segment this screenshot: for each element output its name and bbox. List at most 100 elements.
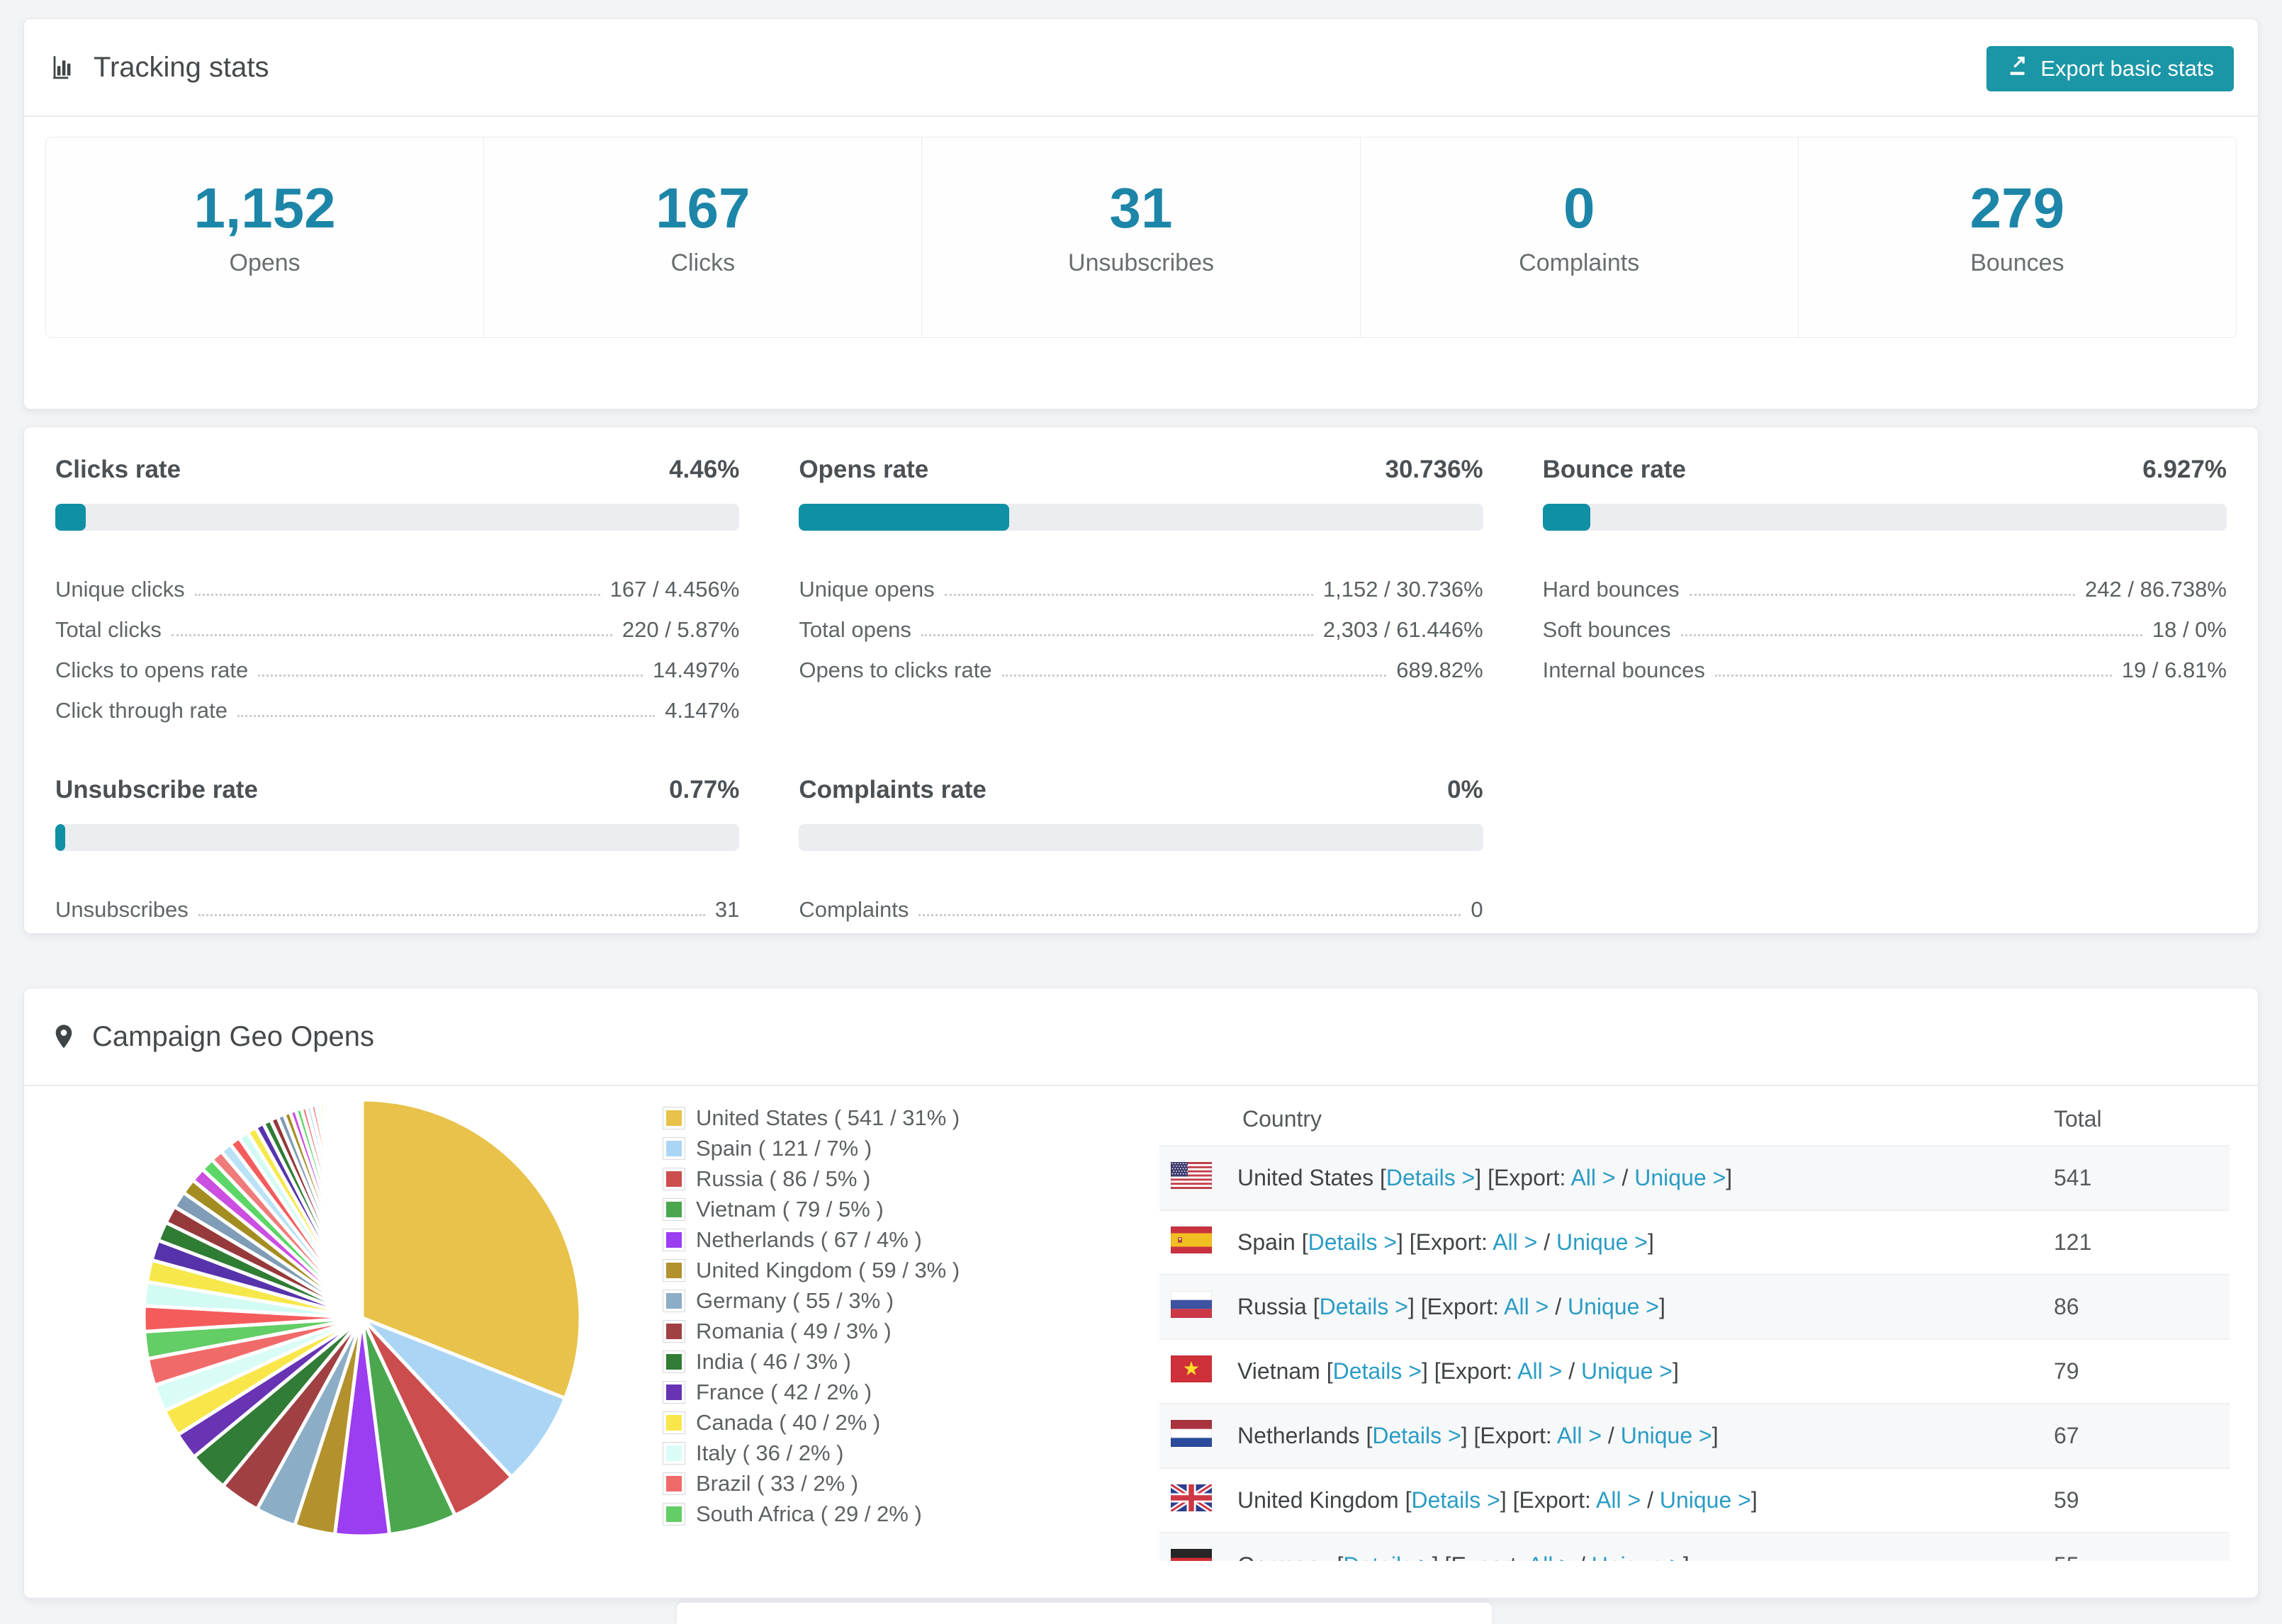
legend-item-romania[interactable]: Romania ( 49 / 3% ) xyxy=(663,1319,960,1343)
legend-label: Romania ( 49 / 3% ) xyxy=(696,1319,892,1343)
rate-detail-row: Unique clicks 167 / 4.456% xyxy=(55,562,739,602)
legend-item-united-states[interactable]: United States ( 541 / 31% ) xyxy=(663,1105,960,1130)
legend-swatch xyxy=(663,1168,685,1190)
legend-swatch xyxy=(663,1229,685,1251)
map-pin-icon xyxy=(50,1022,78,1051)
geo-table-row-vn: Vietnam [Details >] [Export: All > / Uni… xyxy=(1159,1339,2230,1404)
geo-opens-title-group: Campaign Geo Opens xyxy=(50,1021,374,1053)
export-all-link-nl[interactable]: All > xyxy=(1557,1423,1602,1448)
legend-label: Spain ( 121 / 7% ) xyxy=(696,1136,872,1161)
legend-label: Netherlands ( 67 / 4% ) xyxy=(696,1227,922,1252)
legend-swatch xyxy=(663,1382,685,1403)
export-unique-link-us[interactable]: Unique > xyxy=(1634,1165,1726,1190)
geo-opens-card: Campaign Geo Opens United States ( 541 /… xyxy=(23,988,2259,1598)
pie-slice-59 xyxy=(359,1098,364,1320)
tracking-stats-title-group: Tracking stats xyxy=(50,52,269,84)
export-all-link-us[interactable]: All > xyxy=(1570,1165,1615,1190)
dotted-leader xyxy=(918,914,1461,916)
legend-swatch xyxy=(663,1443,685,1464)
legend-item-brazil[interactable]: Brazil ( 33 / 2% ) xyxy=(663,1471,960,1496)
export-unique-link-es[interactable]: Unique > xyxy=(1556,1229,1648,1255)
export-unique-link-ru[interactable]: Unique > xyxy=(1568,1294,1659,1319)
details-link-gb[interactable]: Details > xyxy=(1411,1487,1500,1513)
legend-item-vietnam[interactable]: Vietnam ( 79 / 5% ) xyxy=(663,1197,960,1222)
rate-section-opens-rate: Opens rate 30.736% Unique opens 1,152 / 30.… xyxy=(799,456,1483,723)
us-flag-icon xyxy=(1171,1161,1212,1195)
legend-label: France ( 42 / 2% ) xyxy=(696,1380,872,1404)
export-all-link-ru[interactable]: All > xyxy=(1504,1294,1548,1319)
geo-table-wrap: Country Total United States [Details >] … xyxy=(1159,1093,2230,1561)
export-all-link-es[interactable]: All > xyxy=(1493,1229,1537,1255)
de-flag-icon xyxy=(1171,1549,1212,1561)
gb-flag-icon xyxy=(1169,1482,1214,1517)
geo-table-row-es: Spain [Details >] [Export: All > / Uniqu… xyxy=(1159,1210,2230,1275)
dotted-leader xyxy=(198,914,705,916)
rate-detail-row: Total opens 2,303 / 61.446% xyxy=(799,602,1483,643)
legend-item-spain[interactable]: Spain ( 121 / 7% ) xyxy=(663,1136,960,1161)
export-button-label: Export basic stats xyxy=(2040,56,2214,81)
legend-label: Germany ( 55 / 3% ) xyxy=(696,1288,894,1313)
legend-item-italy[interactable]: Italy ( 36 / 2% ) xyxy=(663,1440,960,1465)
legend-label: Russia ( 86 / 5% ) xyxy=(696,1166,871,1191)
rate-value: 4.46% xyxy=(669,456,740,483)
rate-title: Opens rate xyxy=(799,456,929,483)
legend-item-india[interactable]: India ( 46 / 3% ) xyxy=(663,1349,960,1374)
details-link-vn[interactable]: Details > xyxy=(1333,1358,1422,1384)
legend-swatch xyxy=(663,1321,685,1342)
details-link-de[interactable]: Details > xyxy=(1343,1552,1432,1562)
legend-item-france[interactable]: France ( 42 / 2% ) xyxy=(663,1380,960,1404)
detail-label: Click through rate xyxy=(55,698,227,723)
detail-value: 689.82% xyxy=(1396,658,1483,682)
rate-detail-row: Click through rate 4.147% xyxy=(55,683,739,723)
total-cell: 541 xyxy=(2054,1165,2092,1190)
details-link-nl[interactable]: Details > xyxy=(1372,1423,1461,1448)
country-cell: Vietnam [Details >] [Export: All > / Uni… xyxy=(1171,1355,2051,1388)
legend-swatch xyxy=(663,1504,685,1525)
legend-item-germany[interactable]: Germany ( 55 / 3% ) xyxy=(663,1288,960,1313)
dotted-leader xyxy=(1714,675,2112,677)
legend-swatch xyxy=(663,1138,685,1159)
rate-progress-fill xyxy=(55,504,86,531)
country-links-text: Netherlands [Details >] [Export: All > /… xyxy=(1237,1423,1719,1448)
export-all-link-gb[interactable]: All > xyxy=(1596,1487,1641,1513)
export-all-link-vn[interactable]: All > xyxy=(1517,1358,1562,1384)
export-unique-link-vn[interactable]: Unique > xyxy=(1581,1358,1673,1384)
geo-section-title: Campaign Geo Opens xyxy=(92,1020,375,1052)
rate-value: 0.77% xyxy=(669,776,740,803)
legend-item-south-africa[interactable]: South Africa ( 29 / 2% ) xyxy=(663,1501,960,1526)
details-link-es[interactable]: Details > xyxy=(1308,1229,1397,1255)
geo-opens-header: Campaign Geo Opens xyxy=(24,988,2258,1086)
geo-table-row-de: Germany [Details >] [Export: All > / Uni… xyxy=(1159,1533,2230,1561)
total-cell: 59 xyxy=(2054,1487,2079,1513)
legend-swatch xyxy=(663,1473,685,1494)
detail-label: Unique opens xyxy=(799,577,935,602)
stat-value: 279 xyxy=(1969,176,2065,239)
legend-item-netherlands[interactable]: Netherlands ( 67 / 4% ) xyxy=(663,1227,960,1252)
legend-item-russia[interactable]: Russia ( 86 / 5% ) xyxy=(663,1166,960,1191)
export-unique-link-de[interactable]: Unique > xyxy=(1592,1552,1683,1562)
dotted-leader xyxy=(237,715,656,717)
summary-stat-complaints: 0 Complaints xyxy=(1361,137,1799,337)
legend-label: Canada ( 40 / 2% ) xyxy=(696,1410,881,1435)
legend-label: Brazil ( 33 / 2% ) xyxy=(696,1471,859,1496)
summary-stat-clicks: 167 Clicks xyxy=(484,137,923,337)
rate-detail-row: Unique opens 1,152 / 30.736% xyxy=(799,562,1483,602)
ru-flag-icon xyxy=(1171,1290,1212,1324)
legend-label: Vietnam ( 79 / 5% ) xyxy=(696,1197,884,1222)
detail-label: Unsubscribes xyxy=(55,897,189,922)
export-unique-link-nl[interactable]: Unique > xyxy=(1621,1423,1712,1448)
export-basic-stats-button[interactable]: Export basic stats xyxy=(1986,46,2234,91)
legend-item-united-kingdom[interactable]: United Kingdom ( 59 / 3% ) xyxy=(663,1258,960,1282)
details-link-ru[interactable]: Details > xyxy=(1320,1294,1408,1319)
export-all-link-de[interactable]: All > xyxy=(1528,1552,1573,1562)
stat-label: Clicks xyxy=(670,249,736,276)
legend-item-canada[interactable]: Canada ( 40 / 2% ) xyxy=(663,1410,960,1435)
export-unique-link-gb[interactable]: Unique > xyxy=(1660,1487,1751,1513)
rate-detail-row: Hard bounces 242 / 86.738% xyxy=(1543,562,2227,602)
stat-value: 0 xyxy=(1563,176,1595,239)
details-link-us[interactable]: Details > xyxy=(1386,1165,1475,1190)
vn-flag-icon xyxy=(1171,1355,1212,1388)
rate-title: Unsubscribe rate xyxy=(55,776,258,803)
geo-table-row-nl: Netherlands [Details >] [Export: All > /… xyxy=(1159,1404,2230,1468)
detail-label: Opens to clicks rate xyxy=(799,658,992,682)
